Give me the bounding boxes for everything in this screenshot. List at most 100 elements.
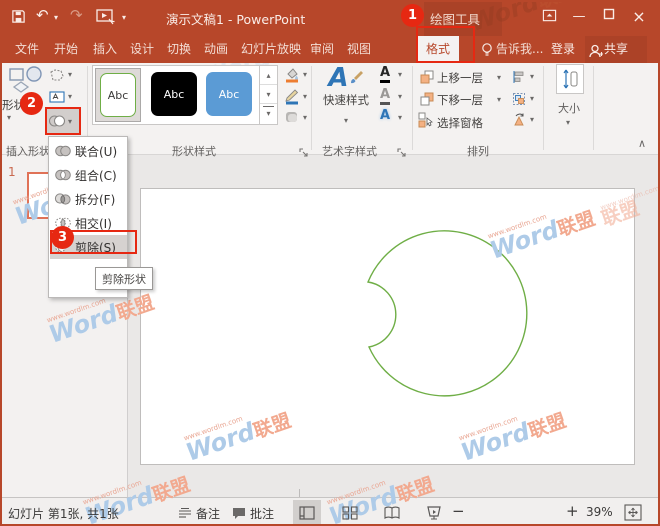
align-caret[interactable] [530, 72, 534, 81]
shape-styles-group-label: 形状样式 [172, 143, 216, 159]
share-button[interactable]: 共享 [604, 36, 628, 63]
send-backward-caret[interactable] [497, 95, 501, 104]
share-person-icon [589, 42, 603, 58]
zoom-in-button[interactable]: + [566, 502, 579, 520]
text-outline-caret[interactable] [398, 92, 402, 101]
edit-shape-icon[interactable] [49, 67, 65, 86]
tab-file[interactable]: 文件 [15, 36, 39, 63]
tab-slideshow[interactable]: 幻灯片放映 [241, 36, 301, 63]
bring-forward-icon [420, 69, 434, 88]
tab-review[interactable]: 审阅 [310, 36, 334, 63]
text-fill-icon[interactable]: A [380, 66, 390, 83]
bring-forward-button[interactable]: 上移一层 [437, 70, 483, 86]
redo-button[interactable]: ↷ [70, 6, 83, 24]
save-icon[interactable] [11, 9, 26, 28]
tab-animations[interactable]: 动画 [204, 36, 228, 63]
fit-to-window-button[interactable] [624, 504, 642, 524]
shape-styles-gallery: Abc Abc Abc ▴ ▾ ▾ [92, 65, 278, 125]
gallery-scrollbar: ▴ ▾ ▾ [259, 66, 277, 124]
shapes-caret[interactable] [7, 113, 11, 122]
text-effects-icon[interactable]: A [380, 109, 390, 123]
title-bar: Word联盟 ↶ ↷ 演示文稿1 - PowerPoint 绘图工具 — × [0, 0, 660, 36]
undo-dropdown-caret[interactable] [54, 13, 58, 22]
shape-fill-icon[interactable] [284, 66, 300, 87]
zoom-out-button[interactable]: − [452, 502, 465, 520]
group-separator [412, 66, 413, 150]
qat-customize-caret[interactable] [122, 13, 126, 22]
menu-item-union[interactable]: 联合(U) [50, 139, 127, 163]
quick-styles-brush-icon [348, 70, 364, 86]
shape-styles-dialog-launcher[interactable] [299, 143, 309, 153]
align-icon[interactable] [512, 69, 526, 88]
text-box-icon[interactable] [49, 89, 65, 108]
shape-effects-icon[interactable] [284, 109, 300, 129]
bring-forward-caret[interactable] [497, 73, 501, 82]
rotate-icon[interactable] [512, 112, 526, 131]
style-swatch-black[interactable]: Abc [151, 72, 197, 116]
close-button[interactable]: × [630, 8, 648, 26]
text-box-caret[interactable] [68, 92, 72, 101]
start-slideshow-icon[interactable] [96, 8, 116, 30]
group-objects-caret[interactable] [530, 94, 534, 103]
quick-styles-caret[interactable] [344, 116, 348, 125]
size-button[interactable] [556, 64, 584, 94]
gallery-down-arrow[interactable]: ▾ [260, 85, 277, 104]
group-separator [311, 66, 312, 150]
step-3-badge: 3 [51, 226, 74, 249]
tab-view[interactable]: 视图 [347, 36, 371, 63]
menu-item-fragment[interactable]: 拆分(F) [50, 187, 127, 211]
send-backward-button[interactable]: 下移一层 [437, 92, 483, 108]
menu-item-combine[interactable]: 组合(C) [50, 163, 127, 187]
style-swatch-outline-green[interactable]: Abc [100, 73, 136, 117]
menu-item-label: 组合(C) [75, 167, 117, 184]
slide-surface[interactable] [140, 188, 635, 465]
selection-pane-button[interactable]: 选择窗格 [437, 115, 483, 131]
shape-fill-caret[interactable] [303, 70, 307, 79]
shape-effects-caret[interactable] [303, 113, 307, 122]
text-fill-caret[interactable] [398, 70, 402, 79]
tab-home[interactable]: 开始 [54, 36, 78, 63]
slide-thumbnail-number: 1 [8, 165, 16, 179]
comments-toggle[interactable]: 批注 [250, 505, 274, 522]
minimize-button[interactable]: — [570, 8, 588, 26]
style-selected-frame[interactable]: Abc [95, 68, 141, 122]
tell-me-box[interactable]: 告诉我... [496, 36, 543, 63]
collapse-ribbon-button[interactable]: ∧ [638, 137, 646, 150]
text-effects-caret[interactable] [398, 113, 402, 122]
menu-item-label: 相交(I) [75, 215, 112, 232]
undo-button[interactable]: ↶ [36, 6, 49, 24]
maximize-button[interactable] [600, 8, 618, 26]
shape-outline-caret[interactable] [303, 92, 307, 101]
union-icon [54, 143, 72, 159]
ribbon-display-options-icon[interactable] [540, 8, 558, 26]
sign-in-link[interactable]: 登录 [551, 36, 575, 63]
comments-icon [232, 507, 246, 523]
gallery-more-button[interactable]: ▾ [263, 106, 274, 124]
gallery-up-arrow[interactable]: ▴ [260, 66, 277, 85]
window-title: 演示文稿1 - PowerPoint [166, 9, 305, 28]
fragment-icon [54, 191, 72, 207]
step-2-highlight-box [45, 107, 81, 135]
style-swatch-blue[interactable]: Abc [206, 72, 252, 116]
normal-view-button[interactable] [293, 500, 321, 525]
subtracted-circle-shape[interactable] [141, 189, 636, 466]
edit-shape-caret[interactable] [68, 70, 72, 79]
text-outline-icon[interactable]: A [380, 88, 390, 105]
rotate-caret[interactable] [530, 115, 534, 124]
size-group-label: 大小 [558, 100, 580, 116]
shape-outline-icon[interactable] [284, 88, 300, 109]
zoom-percentage[interactable]: 39% [586, 505, 613, 519]
tab-insert[interactable]: 插入 [93, 36, 117, 63]
wordart-dialog-launcher[interactable] [397, 143, 407, 153]
tab-transitions[interactable]: 切换 [167, 36, 191, 63]
slideshow-view-button[interactable] [420, 500, 448, 525]
quick-styles-button[interactable]: A 快速样式 [316, 65, 376, 131]
tab-design[interactable]: 设计 [130, 36, 154, 63]
quick-styles-label: 快速样式 [316, 92, 376, 108]
notes-toggle[interactable]: 备注 [196, 505, 220, 522]
menu-item-label: 拆分(F) [75, 191, 115, 208]
slide-sorter-view-button[interactable] [336, 500, 364, 525]
group-objects-icon[interactable] [512, 91, 526, 110]
size-caret[interactable] [566, 118, 570, 127]
reading-view-button[interactable] [378, 500, 406, 525]
